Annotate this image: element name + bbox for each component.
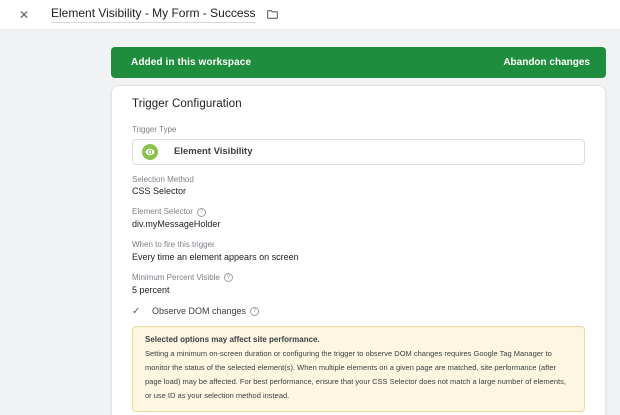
field-when-to-fire: When to fire this trigger Every time an …: [132, 240, 585, 263]
field-value: div.myMessageHolder: [132, 219, 585, 230]
field-label: When to fire this trigger: [132, 240, 585, 250]
help-icon[interactable]: ?: [224, 273, 233, 282]
card-title: Trigger Configuration: [132, 98, 585, 110]
checkmark-icon: ✓: [132, 306, 144, 317]
main-area: Added in this workspace Abandon changes …: [0, 30, 620, 415]
folder-icon[interactable]: [266, 8, 279, 21]
trigger-configuration-card: Trigger Configuration Trigger Type Eleme…: [111, 85, 606, 415]
close-icon[interactable]: ✕: [17, 9, 31, 21]
help-icon[interactable]: ?: [250, 307, 259, 316]
field-element-selector: Element Selector ? div.myMessageHolder: [132, 207, 585, 230]
checkbox-label: Observe DOM changes: [152, 306, 246, 316]
trigger-type-value: Element Visibility: [174, 146, 253, 157]
warning-title: Selected options may affect site perform…: [145, 334, 572, 346]
field-minimum-percent-visible: Minimum Percent Visible ? 5 percent: [132, 273, 585, 296]
performance-warning-box: Selected options may affect site perform…: [132, 326, 585, 412]
help-icon[interactable]: ?: [197, 208, 206, 217]
warning-body: Setting a minimum on-screen duration or …: [145, 347, 572, 403]
top-bar: ✕ Element Visibility - My Form - Success: [0, 0, 620, 30]
trigger-type-selector[interactable]: Element Visibility: [132, 139, 585, 165]
field-label: Element Selector: [132, 207, 193, 217]
element-visibility-eye-icon: [142, 144, 158, 160]
trigger-name-field[interactable]: Element Visibility - My Form - Success: [51, 6, 256, 22]
field-label: Minimum Percent Visible: [132, 273, 220, 283]
abandon-changes-button[interactable]: Abandon changes: [503, 57, 590, 68]
trigger-type-label: Trigger Type: [132, 125, 585, 135]
field-value: Every time an element appears on screen: [132, 252, 585, 263]
workspace-banner: Added in this workspace Abandon changes: [111, 47, 606, 78]
field-selection-method: Selection Method CSS Selector: [132, 175, 585, 198]
observe-dom-changes-checkbox[interactable]: ✓ Observe DOM changes ?: [132, 306, 585, 317]
field-label: Selection Method: [132, 175, 585, 185]
field-value: CSS Selector: [132, 186, 585, 197]
workspace-status-text: Added in this workspace: [131, 57, 251, 68]
field-value: 5 percent: [132, 285, 585, 296]
